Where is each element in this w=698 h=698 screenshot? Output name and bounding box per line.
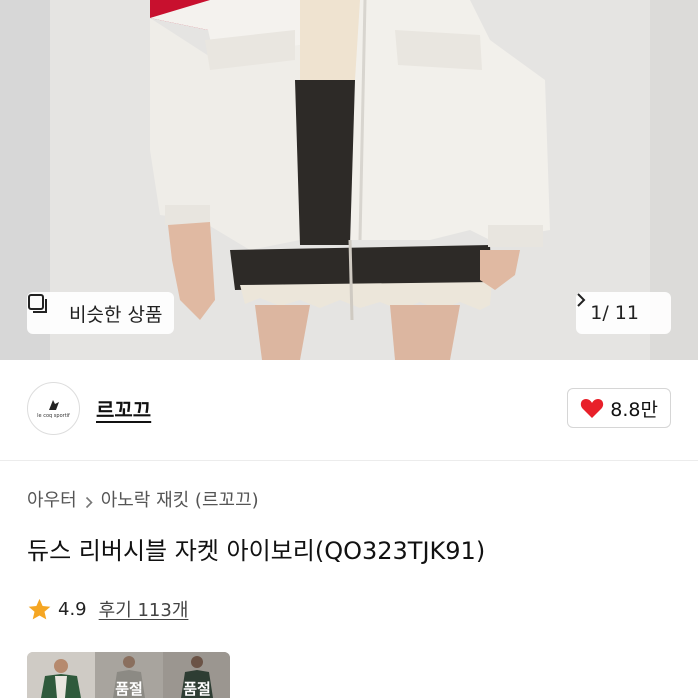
- similar-products-button[interactable]: 비슷한 상품: [27, 292, 175, 334]
- like-count: 8.8만: [610, 398, 658, 421]
- breadcrumb-subcategory[interactable]: 아노락 재킷 (르꼬끄): [101, 486, 259, 512]
- option-thumbnail-soldout[interactable]: 품절: [95, 652, 163, 698]
- option-thumbnail[interactable]: [27, 652, 95, 698]
- star-icon: [27, 597, 52, 622]
- heart-icon: [580, 397, 604, 419]
- similar-products-label: 비슷한 상품: [69, 303, 163, 326]
- shop-row: le coq sportif 르꼬끄 8.8만: [0, 360, 698, 460]
- shop-name-link[interactable]: 르꼬끄: [96, 394, 151, 423]
- rating-row: 4.9 후기 113개: [27, 596, 188, 622]
- rating-value: 4.9: [58, 598, 87, 620]
- soldout-label: 품절: [115, 680, 143, 698]
- soldout-label: 품절: [183, 680, 211, 698]
- chevron-right-icon: [85, 493, 93, 508]
- image-counter-text: 1/ 11: [590, 302, 639, 324]
- breadcrumb: 아우터 아노락 재킷 (르꼬끄): [27, 486, 259, 512]
- chevron-right-icon: [577, 293, 659, 321]
- product-title: 듀스 리버시블 자켓 아이보리(QO323TJK91): [27, 537, 486, 565]
- image-counter[interactable]: 1/ 11: [576, 292, 671, 334]
- similar-items-icon: [28, 294, 61, 324]
- rooster-logo-icon: [48, 400, 59, 410]
- thumbnail-image: [27, 652, 95, 698]
- shop-logo[interactable]: le coq sportif: [27, 382, 80, 435]
- option-thumbnail-soldout[interactable]: 품절: [163, 652, 230, 698]
- option-thumbnails: 품절 품절: [27, 652, 230, 698]
- shop-logo-text: le coq sportif: [37, 413, 70, 419]
- divider: [0, 460, 698, 461]
- like-button[interactable]: 8.8만: [567, 388, 671, 428]
- reviews-link[interactable]: 후기 113개: [99, 596, 189, 622]
- breadcrumb-category[interactable]: 아우터: [27, 486, 77, 512]
- product-image[interactable]: 비슷한 상품 1/ 11: [0, 0, 698, 360]
